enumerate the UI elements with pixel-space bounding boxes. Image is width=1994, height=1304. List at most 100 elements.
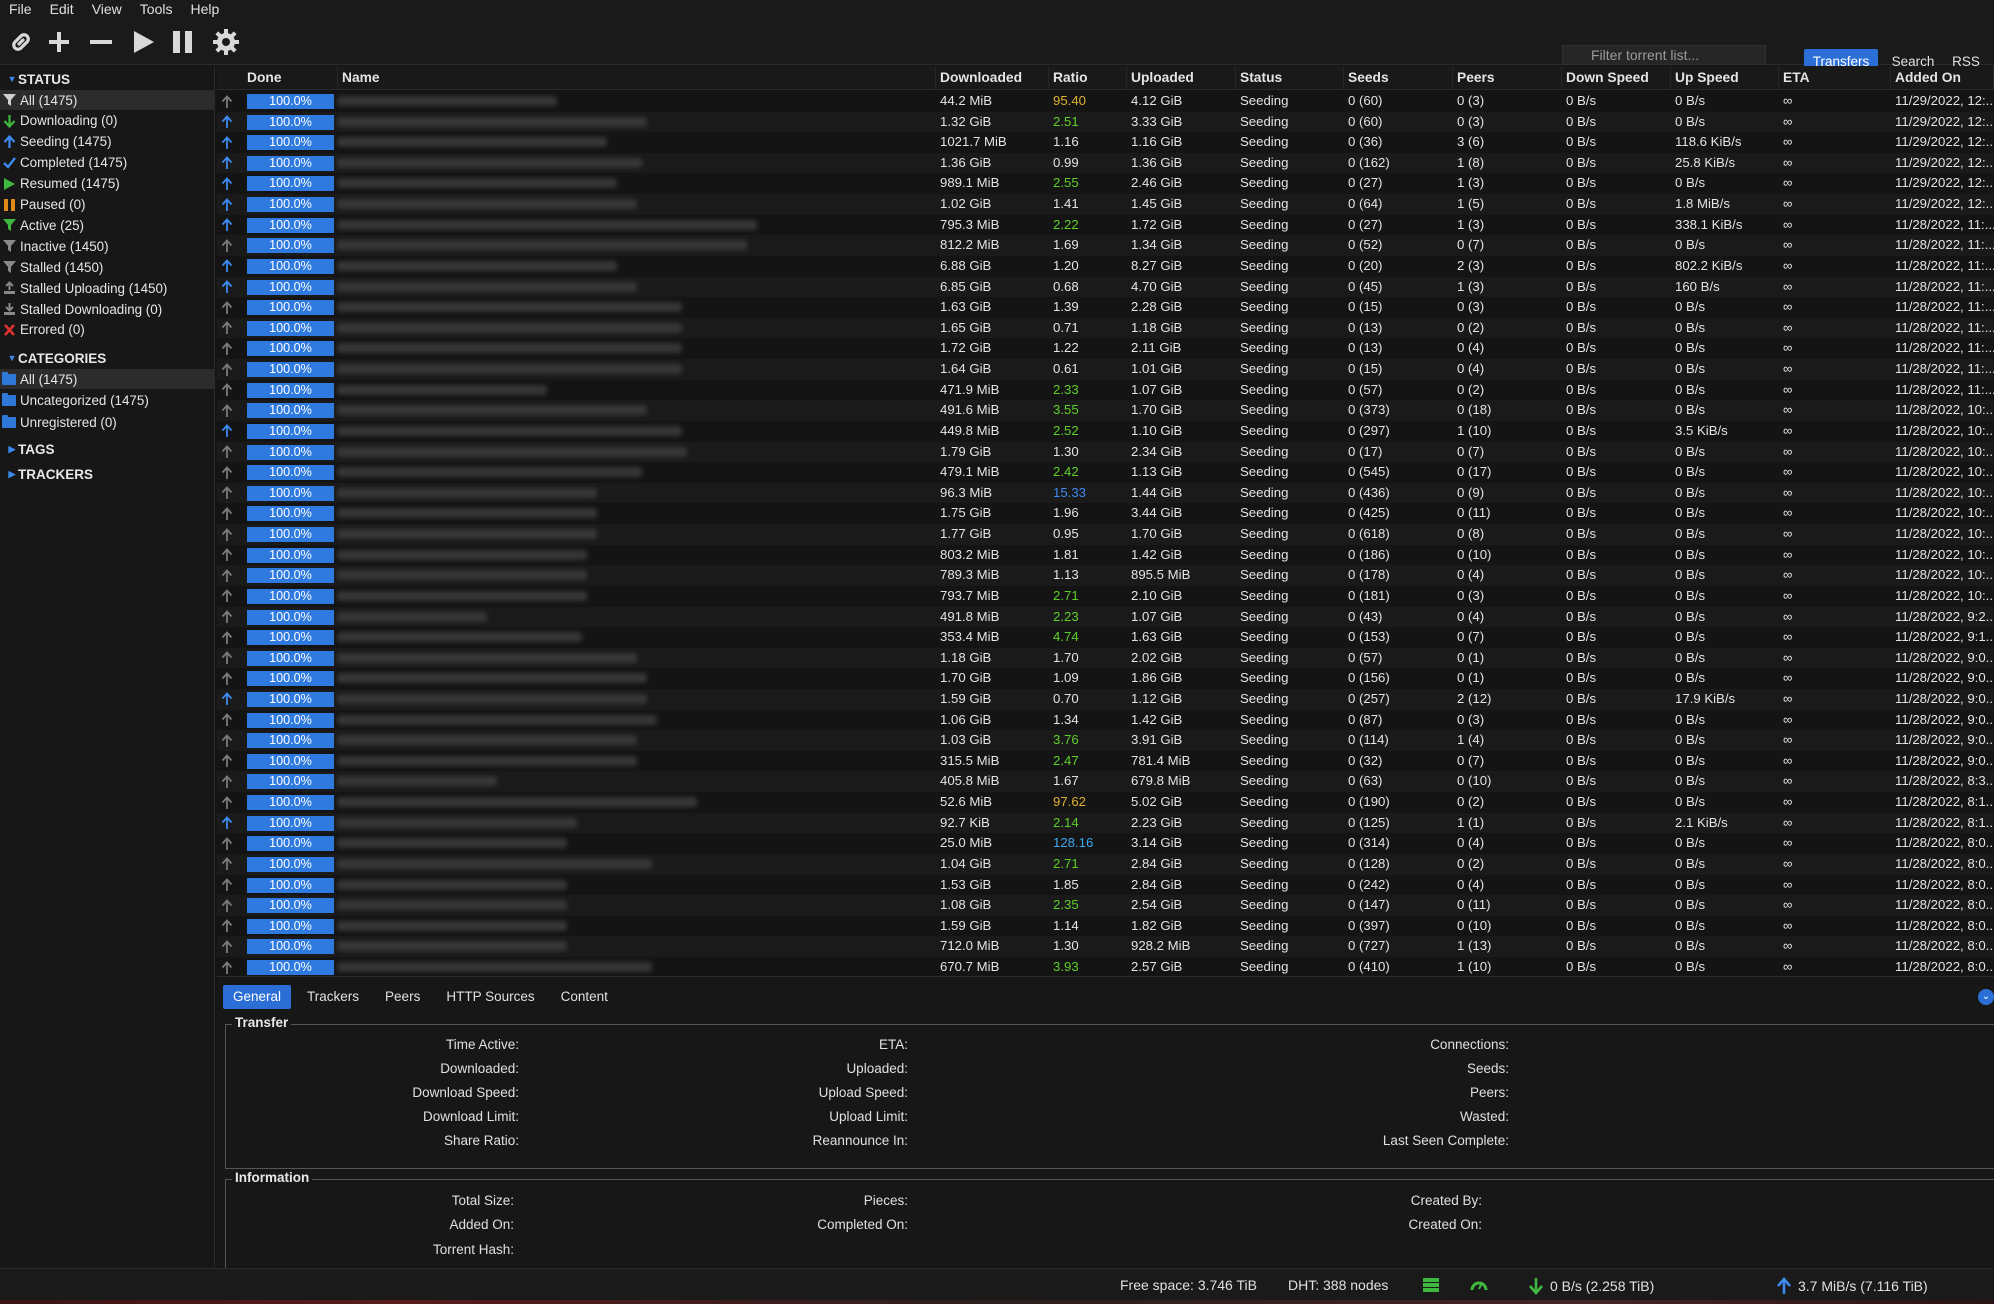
- column-header-up-speed[interactable]: Up Speed: [1671, 66, 1779, 90]
- table-row[interactable]: 100.0% 1.03 GiB 3.76 3.91 GiB Seeding 0 (114)…: [217, 730, 1994, 751]
- table-row[interactable]: 100.0% 44.2 MiB 95.40 4.12 GiB Seeding 0 (60)…: [217, 91, 1994, 112]
- table-row[interactable]: 100.0% 1.59 GiB 1.14 1.82 GiB Seeding 0 (397)…: [217, 916, 1994, 937]
- cell-downloaded: 479.1 MiB: [940, 464, 1000, 480]
- trackers-section-header[interactable]: ▶ TRACKERS: [0, 464, 93, 484]
- menu-view[interactable]: View: [83, 0, 131, 19]
- column-header-uploaded[interactable]: Uploaded: [1127, 66, 1236, 90]
- cell-ratio: 4.74: [1053, 629, 1079, 645]
- table-row[interactable]: 100.0% 405.8 MiB 1.67 679.8 MiB Seeding 0 (63…: [217, 771, 1994, 793]
- properties-tab-http-sources[interactable]: HTTP Sources: [436, 985, 544, 1009]
- status-filter-item[interactable]: Seeding (1475): [0, 132, 214, 152]
- column-header-downloaded[interactable]: Downloaded: [936, 66, 1049, 90]
- table-row[interactable]: 100.0% 1.77 GiB 0.95 1.70 GiB Seeding 0 (618)…: [217, 524, 1994, 545]
- table-row[interactable]: 100.0% 1.02 GiB 1.41 1.45 GiB Seeding 0 (64) 1…: [217, 194, 1994, 215]
- column-header-status[interactable]: Status: [1236, 66, 1344, 90]
- column-header-peers[interactable]: Peers: [1453, 66, 1562, 90]
- table-row[interactable]: 100.0% 1.04 GiB 2.71 2.84 GiB Seeding 0 (128)…: [217, 853, 1994, 875]
- status-filter-item[interactable]: Stalled (1450): [0, 257, 214, 277]
- status-filter-item[interactable]: Resumed (1475): [0, 174, 214, 194]
- status-filter-item[interactable]: Downloading (0): [0, 111, 214, 131]
- table-row[interactable]: 100.0% 1.36 GiB 0.99 1.36 GiB Seeding 0 (162)…: [217, 152, 1994, 174]
- status-filter-item[interactable]: Stalled Downloading (0): [0, 299, 214, 319]
- table-row[interactable]: 100.0% 6.85 GiB 0.68 4.70 GiB Seeding 0 (45) 1…: [217, 276, 1994, 298]
- table-row[interactable]: 100.0% 1021.7 MiB 1.16 1.16 GiB Seeding 0 (36…: [217, 132, 1994, 153]
- status-filter-item[interactable]: Stalled Uploading (1450): [0, 278, 214, 298]
- properties-tab-peers[interactable]: Peers: [375, 985, 430, 1009]
- column-header-name[interactable]: Name: [338, 66, 936, 90]
- properties-tab-content[interactable]: Content: [551, 985, 618, 1009]
- table-row[interactable]: 100.0% 1.63 GiB 1.39 2.28 GiB Seeding 0 (15) 0…: [217, 297, 1994, 318]
- table-row[interactable]: 100.0% 25.0 MiB 128.16 3.14 GiB Seeding 0 (31…: [217, 833, 1994, 854]
- menu-help[interactable]: Help: [181, 0, 228, 19]
- table-row[interactable]: 100.0% 1.53 GiB 1.85 2.84 GiB Seeding 0 (242)…: [217, 875, 1994, 896]
- status-section-header[interactable]: ▼ STATUS: [0, 69, 70, 89]
- table-row[interactable]: 100.0% 315.5 MiB 2.47 781.4 MiB Seeding 0 (32…: [217, 751, 1994, 772]
- table-row[interactable]: 100.0% 52.6 MiB 97.62 5.02 GiB Seeding 0 (190…: [217, 792, 1994, 813]
- table-row[interactable]: 100.0% 96.3 MiB 15.33 1.44 GiB Seeding 0 (436…: [217, 482, 1994, 504]
- status-filter-item[interactable]: All (1475): [0, 90, 214, 110]
- table-row[interactable]: 100.0% 353.4 MiB 4.74 1.63 GiB Seeding 0 (153…: [217, 627, 1994, 648]
- status-filter-item[interactable]: Completed (1475): [0, 153, 214, 173]
- tags-section-header[interactable]: ▶ TAGS: [0, 439, 55, 459]
- table-body[interactable]: 100.0% 44.2 MiB 95.40 4.12 GiB Seeding 0 (60)…: [217, 91, 1994, 975]
- table-row[interactable]: 100.0% 712.0 MiB 1.30 928.2 MiB Seeding 0 (72…: [217, 936, 1994, 957]
- cell-added: 11/28/2022, 10:...: [1895, 505, 1994, 521]
- table-row[interactable]: 100.0% 449.8 MiB 2.52 1.10 GiB Seeding 0 (297…: [217, 421, 1994, 442]
- table-row[interactable]: 100.0% 670.7 MiB 3.93 2.57 GiB Seeding 0 (410…: [217, 957, 1994, 975]
- categories-section-header[interactable]: ▼ CATEGORIES: [0, 348, 107, 368]
- remove-torrent-button[interactable]: [86, 29, 116, 55]
- table-row[interactable]: 100.0% 92.7 KiB 2.14 2.23 GiB Seeding 0 (125)…: [217, 812, 1994, 834]
- table-row[interactable]: 100.0% 1.18 GiB 1.70 2.02 GiB Seeding 0 (57) 0…: [217, 647, 1994, 669]
- table-row[interactable]: 100.0% 1.32 GiB 2.51 3.33 GiB Seeding 0 (60) 0…: [217, 111, 1994, 133]
- table-row[interactable]: 100.0% 793.7 MiB 2.71 2.10 GiB Seeding 0 (181…: [217, 586, 1994, 607]
- property-label: Time Active:: [445, 1037, 519, 1052]
- menu-file[interactable]: File: [0, 0, 41, 19]
- pause-button[interactable]: [168, 29, 198, 55]
- table-row[interactable]: 100.0% 1.59 GiB 0.70 1.12 GiB Seeding 0 (257)…: [217, 688, 1994, 710]
- status-filter-item[interactable]: Inactive (1450): [0, 236, 214, 256]
- blurred-torrent-name: [337, 962, 652, 973]
- table-row[interactable]: 100.0% 491.6 MiB 3.55 1.70 GiB Seeding 0 (373…: [217, 400, 1994, 421]
- status-filter-item[interactable]: Active (25): [0, 215, 214, 235]
- resume-button[interactable]: [128, 29, 158, 55]
- table-row[interactable]: 100.0% 1.75 GiB 1.96 3.44 GiB Seeding 0 (425)…: [217, 503, 1994, 524]
- table-row[interactable]: 100.0% 1.64 GiB 0.61 1.01 GiB Seeding 0 (15) 0…: [217, 359, 1994, 380]
- table-row[interactable]: 100.0% 1.65 GiB 0.71 1.18 GiB Seeding 0 (13) 0…: [217, 317, 1994, 339]
- table-row[interactable]: 100.0% 6.88 GiB 1.20 8.27 GiB Seeding 0 (20) 2…: [217, 256, 1994, 277]
- alt-speed-icon[interactable]: [1422, 1277, 1440, 1293]
- column-header-eta[interactable]: ETA: [1779, 66, 1891, 90]
- collapse-panel-icon[interactable]: ⌄: [1978, 989, 1994, 1005]
- table-row[interactable]: 100.0% 491.8 MiB 2.23 1.07 GiB Seeding 0 (43)…: [217, 606, 1994, 628]
- properties-tab-trackers[interactable]: Trackers: [297, 985, 369, 1009]
- category-filter-item[interactable]: Unregistered (0): [0, 412, 214, 432]
- column-header-seeds[interactable]: Seeds: [1344, 66, 1453, 90]
- table-row[interactable]: 100.0% 479.1 MiB 2.42 1.13 GiB Seeding 0 (545…: [217, 462, 1994, 483]
- column-header-done[interactable]: Done: [243, 66, 338, 90]
- table-row[interactable]: 100.0% 1.72 GiB 1.22 2.11 GiB Seeding 0 (13) 0…: [217, 338, 1994, 359]
- menu-edit[interactable]: Edit: [41, 0, 83, 19]
- table-row[interactable]: 100.0% 1.70 GiB 1.09 1.86 GiB Seeding 0 (156)…: [217, 668, 1994, 689]
- table-row[interactable]: 100.0% 1.79 GiB 1.30 2.34 GiB Seeding 0 (17) 0…: [217, 441, 1994, 463]
- menu-tools[interactable]: Tools: [131, 0, 182, 19]
- table-row[interactable]: 100.0% 1.08 GiB 2.35 2.54 GiB Seeding 0 (147)…: [217, 895, 1994, 916]
- table-row[interactable]: 100.0% 803.2 MiB 1.81 1.42 GiB Seeding 0 (186…: [217, 545, 1994, 566]
- add-link-button[interactable]: [6, 29, 36, 55]
- options-button[interactable]: [211, 29, 241, 55]
- category-filter-item[interactable]: Uncategorized (1475): [0, 391, 214, 411]
- status-filter-item[interactable]: Paused (0): [0, 195, 214, 215]
- speed-limit-icon[interactable]: [1470, 1277, 1488, 1293]
- filter-torrent-input[interactable]: [1562, 45, 1766, 65]
- properties-tab-general[interactable]: General: [223, 985, 292, 1009]
- column-header-down-speed[interactable]: Down Speed: [1562, 66, 1671, 90]
- status-filter-item[interactable]: Errored (0): [0, 320, 214, 340]
- table-row[interactable]: 100.0% 812.2 MiB 1.69 1.34 GiB Seeding 0 (52)…: [217, 235, 1994, 256]
- column-header-ratio[interactable]: Ratio: [1049, 66, 1127, 90]
- category-filter-item[interactable]: All (1475): [0, 369, 214, 389]
- column-header-added-on[interactable]: Added On: [1891, 66, 1994, 90]
- table-row[interactable]: 100.0% 989.1 MiB 2.55 2.46 GiB Seeding 0 (27)…: [217, 173, 1994, 194]
- add-torrent-button[interactable]: [44, 29, 74, 55]
- table-row[interactable]: 100.0% 1.06 GiB 1.34 1.42 GiB Seeding 0 (87) 0…: [217, 710, 1994, 731]
- table-row[interactable]: 100.0% 795.3 MiB 2.22 1.72 GiB Seeding 0 (27)…: [217, 215, 1994, 236]
- table-row[interactable]: 100.0% 789.3 MiB 1.13 895.5 MiB Seeding 0 (17…: [217, 565, 1994, 586]
- table-row[interactable]: 100.0% 471.9 MiB 2.33 1.07 GiB Seeding 0 (57)…: [217, 380, 1994, 401]
